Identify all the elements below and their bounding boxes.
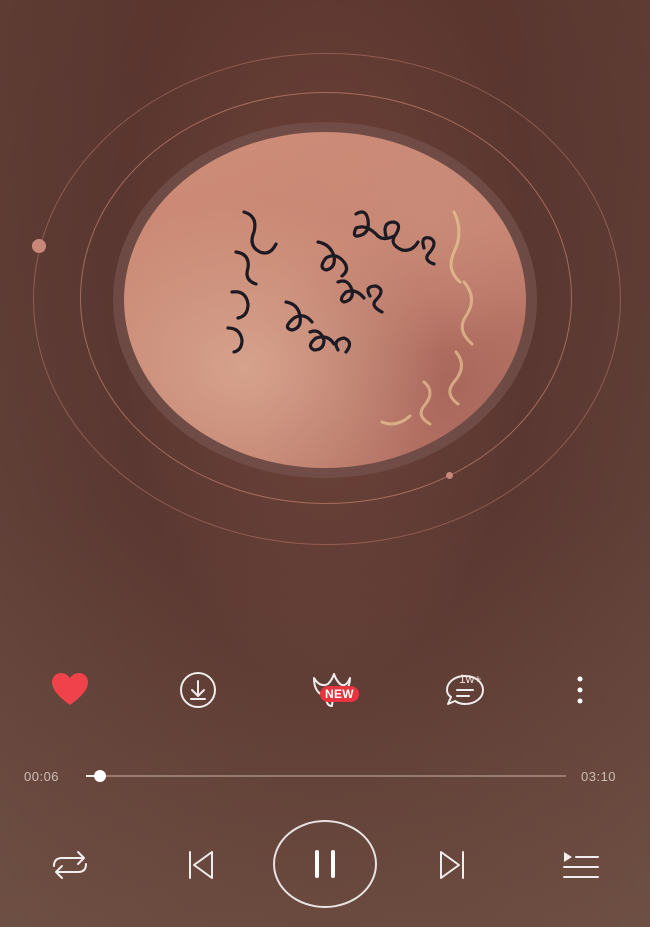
playback-controls (0, 820, 650, 910)
album-cover[interactable] (124, 132, 526, 468)
more-button[interactable] (560, 660, 600, 720)
next-button[interactable] (428, 840, 478, 890)
orbit-dot (446, 472, 453, 479)
more-vertical-icon (577, 676, 583, 704)
skip-previous-icon (189, 851, 213, 879)
progress-track[interactable] (86, 775, 566, 777)
skip-next-icon (440, 851, 464, 879)
like-button[interactable] (40, 660, 100, 720)
download-icon (180, 672, 216, 708)
play-pause-button[interactable] (273, 820, 377, 908)
progress-thumb[interactable] (94, 770, 107, 782)
comment-button[interactable] (425, 660, 505, 720)
pause-icon (315, 850, 335, 878)
repeat-button[interactable] (45, 840, 95, 890)
playlist-icon (563, 852, 599, 878)
playlist-button[interactable] (555, 840, 605, 890)
new-badge: NEW (320, 686, 359, 702)
progress-bar: 00:06 03:10 (0, 762, 650, 790)
previous-button[interactable] (175, 840, 225, 890)
comment-count: 1w+ (459, 672, 482, 686)
total-time: 03:10 (581, 769, 617, 784)
heart-icon (52, 673, 88, 705)
current-time: 00:06 (24, 769, 60, 784)
album-artwork (226, 210, 474, 426)
orbit-dot (32, 239, 46, 253)
repeat-icon (53, 851, 87, 879)
download-button[interactable] (168, 660, 228, 720)
disc-area (0, 0, 650, 600)
